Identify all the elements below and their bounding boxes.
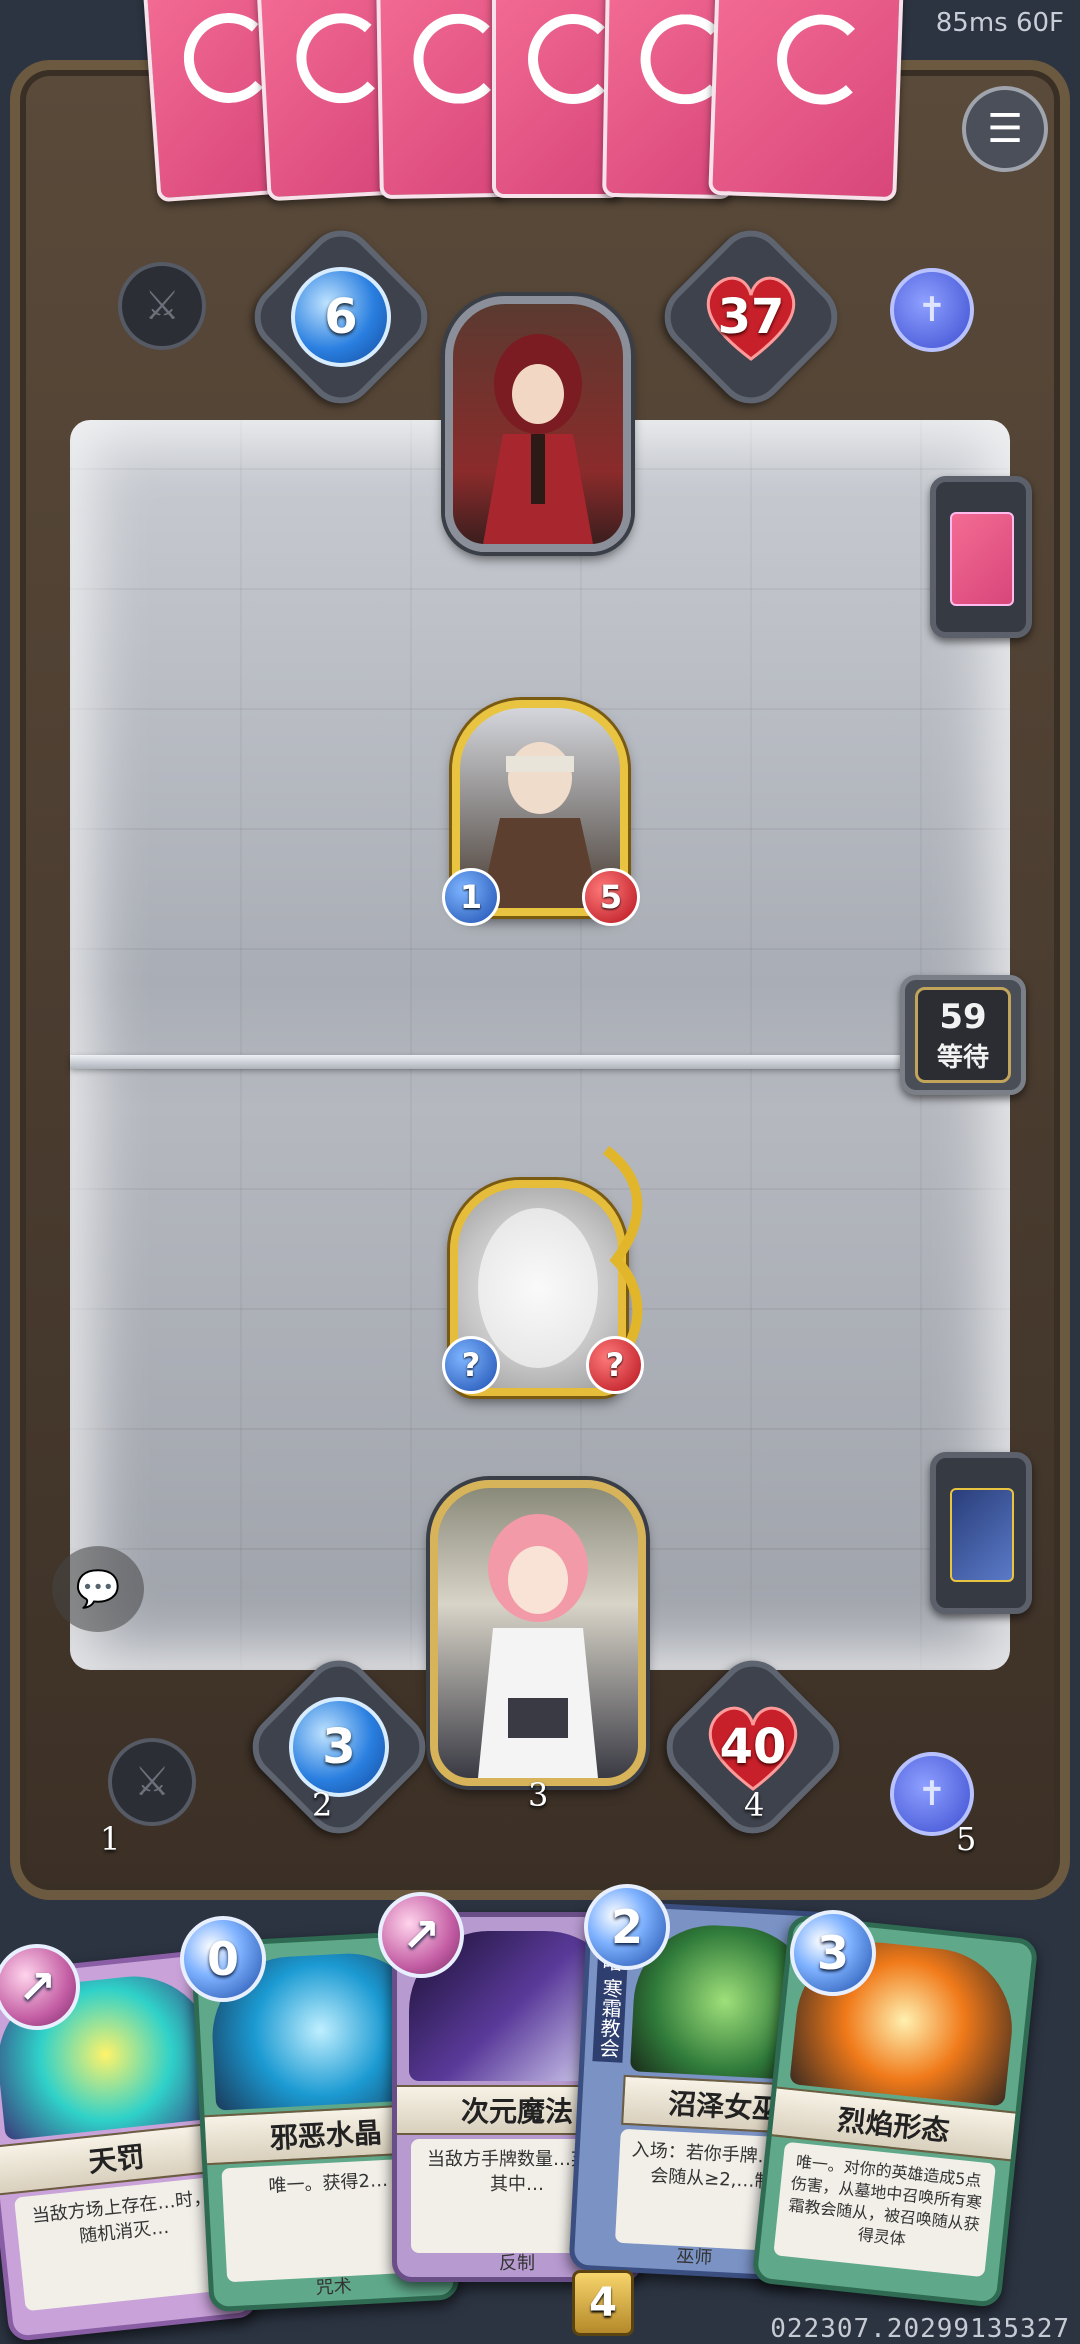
- tombstone-icon: ✝: [917, 290, 947, 330]
- player-weapon-slot[interactable]: ⚔: [108, 1738, 196, 1826]
- turn-timer: 59 等待: [900, 975, 1026, 1095]
- enemy-hand-card: [376, 0, 510, 200]
- card-cost: 3: [790, 1910, 876, 1996]
- player-health-value: 40: [719, 1719, 787, 1775]
- hamburger-icon: ☰: [987, 106, 1023, 152]
- player-minion-health: ?: [586, 1336, 644, 1394]
- enemy-minion-attack: 1: [442, 868, 500, 926]
- arrow-icon: ↗: [17, 1960, 57, 2014]
- player-minion-attack: ?: [442, 1336, 500, 1394]
- pink-hair-hero-icon: [478, 1514, 598, 1778]
- player-deck[interactable]: [930, 1452, 1032, 1614]
- enemy-weapon-slot[interactable]: ⚔: [118, 262, 206, 350]
- card-cost: 0: [180, 1916, 266, 2002]
- fps-indicator: 85ms 60F: [935, 8, 1064, 38]
- chat-button[interactable]: 💬: [52, 1546, 144, 1632]
- board-divider: [70, 1055, 1010, 1069]
- weapon-icon: ⚔: [144, 283, 180, 329]
- player-health-heart: 40: [703, 1701, 803, 1793]
- enemy-hero-portrait[interactable]: [445, 296, 631, 552]
- slot-number: 4: [744, 1786, 765, 1824]
- player-mana-orb: 3: [289, 1697, 389, 1797]
- menu-button[interactable]: ☰: [962, 86, 1048, 172]
- timer-value: 59: [939, 996, 987, 1037]
- slot-number: 1: [100, 1820, 121, 1858]
- enemy-mana-orb: 6: [291, 267, 391, 367]
- slot-number: 2: [312, 1786, 333, 1824]
- enemy-deck[interactable]: [930, 476, 1032, 638]
- chat-bubble-icon: 💬: [75, 1569, 121, 1610]
- arrow-icon: ↗: [401, 1908, 441, 1962]
- deck-remaining-count: 4: [572, 2270, 634, 2336]
- enemy-graveyard[interactable]: ✝: [890, 268, 974, 352]
- card-text: 唯一。对你的英雄造成5点伤害，从墓地中召唤所有寒霜教会随从，被召唤随从获得灵体: [773, 2141, 997, 2278]
- timer-label: 等待: [936, 1042, 989, 1073]
- card-tag: 寒霜教会: [595, 1977, 624, 2059]
- player-hero-portrait[interactable]: [430, 1480, 646, 1786]
- enemy-health-value: 37: [717, 289, 785, 345]
- tombstone-icon: ✝: [917, 1774, 947, 1814]
- enemy-deck-card-back: [950, 512, 1014, 606]
- card-cost-gem: ↗: [378, 1892, 464, 1978]
- enemy-hand-card: [708, 0, 904, 202]
- enemy-health-heart: 37: [701, 271, 801, 363]
- slot-number: 5: [956, 1820, 977, 1858]
- game-id: 022307.20299135327: [770, 2314, 1070, 2344]
- enemy-minion-health: 5: [582, 868, 640, 926]
- player-deck-card-back: [950, 1488, 1014, 1582]
- slot-number: 3: [528, 1776, 549, 1814]
- card-cost: 2: [584, 1884, 670, 1970]
- weapon-icon: ⚔: [134, 1759, 170, 1805]
- red-hood-hero-icon: [483, 334, 593, 544]
